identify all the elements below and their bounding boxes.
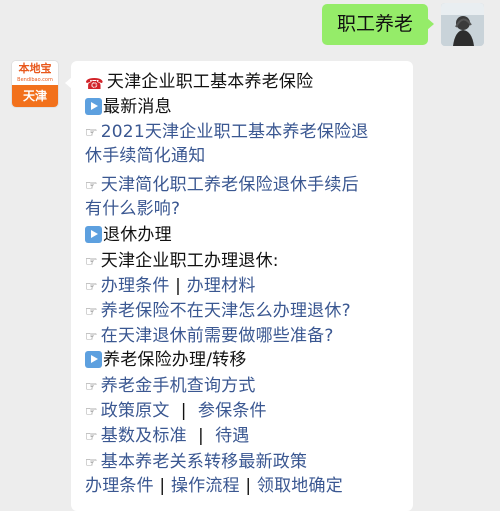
link-line[interactable]: ☞ 基本养老关系转移最新政策 — [85, 450, 307, 475]
bot-avatar-city: 天津 — [12, 85, 58, 107]
section-heading-transfer: 养老保险办理/转移 — [85, 348, 247, 372]
user-message-bubble[interactable]: 职工养老 — [322, 4, 434, 45]
pointing-hand-icon: ☞ — [85, 279, 98, 295]
link-line[interactable]: ☞ 在天津退休前需要做哪些准备? — [85, 324, 334, 349]
pointing-hand-icon: ☞ — [85, 304, 98, 320]
link-line-cont[interactable]: 有什么影响? — [85, 197, 180, 221]
pointing-hand-icon: ☞ — [85, 455, 98, 471]
link-line[interactable]: ☞ 养老金手机查询方式 — [85, 374, 256, 399]
separator: | — [153, 476, 171, 496]
bot-avatar[interactable]: 本地宝 Bendibao.com 天津 — [12, 61, 58, 107]
link-text[interactable]: 养老金手机查询方式 — [101, 376, 256, 396]
link-line: ☞ 办理条件 | 办理材料 — [85, 274, 256, 299]
separator: | — [239, 476, 257, 496]
message-title: 天津企业职工基本养老保险 — [106, 72, 314, 92]
link-line[interactable]: ☞ 养老保险不在天津怎么办理退休? — [85, 299, 351, 324]
link-text[interactable]: 办理条件 — [101, 276, 170, 296]
link-text[interactable]: 基数及标准 — [101, 426, 187, 446]
link-text[interactable]: 政策原文 — [101, 401, 170, 421]
link-text[interactable]: 基本养老关系转移最新政策 — [101, 452, 307, 472]
separator: | — [169, 401, 198, 421]
link-line: ☞ 政策原文 | 参保条件 — [85, 399, 267, 424]
section-heading-latest: 最新消息 — [85, 95, 172, 119]
bot-avatar-logo: 本地宝 Bendibao.com — [12, 61, 58, 85]
link-text[interactable]: 参保条件 — [198, 401, 267, 421]
link-text[interactable]: 领取地确定 — [257, 476, 343, 496]
link-text[interactable]: 2021天津企业职工基本养老保险退 — [101, 122, 369, 142]
link-line[interactable]: ☞ 2021天津企业职工基本养老保险退 — [85, 120, 368, 145]
link-text[interactable]: 操作流程 — [171, 476, 240, 496]
link-text[interactable]: 待遇 — [215, 426, 249, 446]
user-message-text: 职工养老 — [336, 13, 413, 35]
play-button-icon — [85, 98, 102, 115]
link-text[interactable]: 在天津退休前需要做哪些准备? — [101, 326, 334, 346]
link-text[interactable]: 办理材料 — [187, 276, 256, 296]
pointing-hand-icon: ☞ — [85, 329, 98, 345]
link-text[interactable]: 办理条件 — [85, 476, 154, 496]
pointing-hand-icon: ☞ — [85, 379, 98, 395]
static-text: 天津企业职工办理退休: — [100, 251, 279, 271]
telephone-icon: ☎ — [85, 75, 104, 93]
link-text[interactable]: 天津简化职工养老保险退休手续后 — [101, 175, 359, 195]
play-button-icon — [85, 351, 102, 368]
separator: | — [186, 426, 216, 446]
link-text[interactable]: 养老保险不在天津怎么办理退休? — [101, 301, 351, 321]
section-heading-retirement: 退休办理 — [85, 223, 172, 247]
separator: | — [169, 276, 187, 296]
link-line-cont[interactable]: 休手续简化通知 — [85, 144, 205, 168]
message-title-line: ☎ 天津企业职工基本养老保险 — [85, 70, 313, 96]
pointing-hand-icon: ☞ — [85, 178, 98, 194]
pointing-hand-icon: ☞ — [85, 404, 98, 420]
text-line: ☞ 天津企业职工办理退休: — [85, 249, 279, 274]
link-line[interactable]: ☞ 天津简化职工养老保险退休手续后 — [85, 173, 359, 198]
user-avatar-image — [441, 3, 484, 46]
pointing-hand-icon: ☞ — [85, 254, 98, 270]
user-avatar[interactable] — [441, 3, 484, 46]
pointing-hand-icon: ☞ — [85, 429, 98, 445]
link-line-cont: 办理条件 | 操作流程 | 领取地确定 — [85, 474, 343, 498]
pointing-hand-icon: ☞ — [85, 125, 98, 141]
link-line: ☞ 基数及标准 | 待遇 — [85, 424, 250, 449]
play-button-icon — [85, 226, 102, 243]
link-text[interactable]: 有什么影响? — [85, 199, 180, 219]
link-text[interactable]: 休手续简化通知 — [85, 146, 205, 166]
